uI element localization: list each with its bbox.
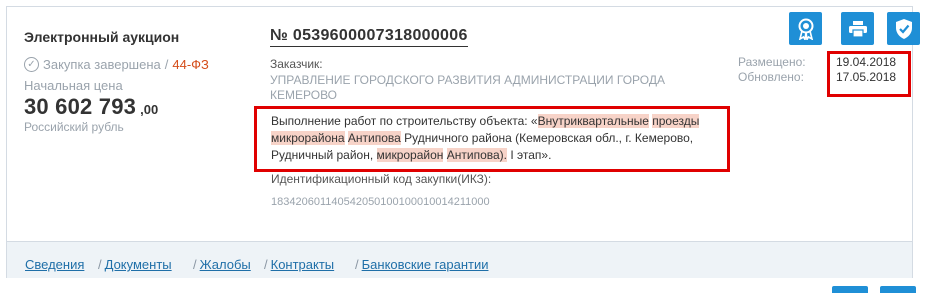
procurement-card: Электронный аукцион ✓ Закупка завершена … [6,6,920,278]
tab-separator: / [98,257,102,272]
tab-label[interactable]: Контракты [271,257,335,272]
price-label: Начальная цена [24,78,123,93]
status-separator: / [164,57,169,72]
tab-documents[interactable]: / Документы [98,257,172,272]
ikz-value: 183420601140542050100100010014211000 [271,196,490,208]
procurement-type: Электронный аукцион [24,29,180,45]
dates-labels: Размещено: Обновлено: [738,55,806,85]
tab-complaints[interactable]: / Жалобы [193,257,251,272]
award-button[interactable] [789,12,822,45]
tab-label[interactable]: Банковские гарантии [362,257,489,272]
price-value: 30 602 793 [24,94,137,119]
verified-button[interactable] [887,12,920,45]
posted-label: Размещено: [738,55,806,69]
search-match: микрорайона [271,131,345,145]
currency-label: Российский рубль [24,120,124,134]
tab-separator: / [264,257,268,272]
description-text: I этап». [507,148,552,162]
customer-name: УПРАВЛЕНИЕ ГОРОДСКОГО РАЗВИТИЯ АДМИНИСТР… [270,73,665,102]
procurement-details: № 0539600007318000006 Заказчик: УПРАВЛЕН… [270,27,740,103]
search-match: Внутриквартальные [537,114,649,128]
search-match: микрорайон [376,148,444,162]
tab-separator: / [193,257,197,272]
procurement-summary: Электронный аукцион ✓ Закупка завершена … [24,29,254,134]
award-icon [798,18,813,40]
tab-label[interactable]: Жалобы [200,257,251,272]
next-card-button-partial[interactable] [832,286,868,293]
search-match: Антипова [347,131,401,145]
tab-separator: / [355,257,359,272]
price-cents: ,00 [140,102,159,117]
notice-number-link[interactable]: № 0539600007318000006 [270,27,468,47]
tab-bar: Сведения / Документы / Жалобы / Контракты /… [7,241,912,278]
shield-check-icon [895,18,912,39]
law-badge: 44-ФЗ [172,57,209,72]
print-icon [848,20,867,38]
description-text: Выполнение работ по строительству объект… [271,114,538,128]
updated-label: Обновлено: [738,70,804,84]
tab-contracts[interactable]: / Контракты [264,257,334,272]
tab-label[interactable]: Сведения [25,257,84,272]
status-line: ✓ Закупка завершена / 44-ФЗ [24,57,254,72]
updated-date: 17.05.2018 [836,70,897,84]
search-match: проезды [652,114,700,128]
search-match: Антипова). [446,148,507,162]
print-button[interactable] [841,12,874,45]
status-text: Закупка завершена [43,57,161,72]
customer-label: Заказчик: [270,57,323,71]
ikz-label: Идентификационный код закупки(ИКЗ): [271,172,492,186]
price-row: 30 602 793 ,00 [24,94,254,120]
next-card-button-partial[interactable] [880,286,916,293]
procurement-description: Выполнение работ по строительству объект… [271,113,726,164]
dates-values: 19.04.2018 17.05.2018 [836,55,896,85]
posted-date: 19.04.2018 [836,55,897,69]
tab-bank-guarantees[interactable]: / Банковские гарантии [355,257,488,272]
check-circle-icon: ✓ [24,57,39,72]
tab-label[interactable]: Документы [105,257,172,272]
tab-info[interactable]: Сведения [25,257,84,272]
